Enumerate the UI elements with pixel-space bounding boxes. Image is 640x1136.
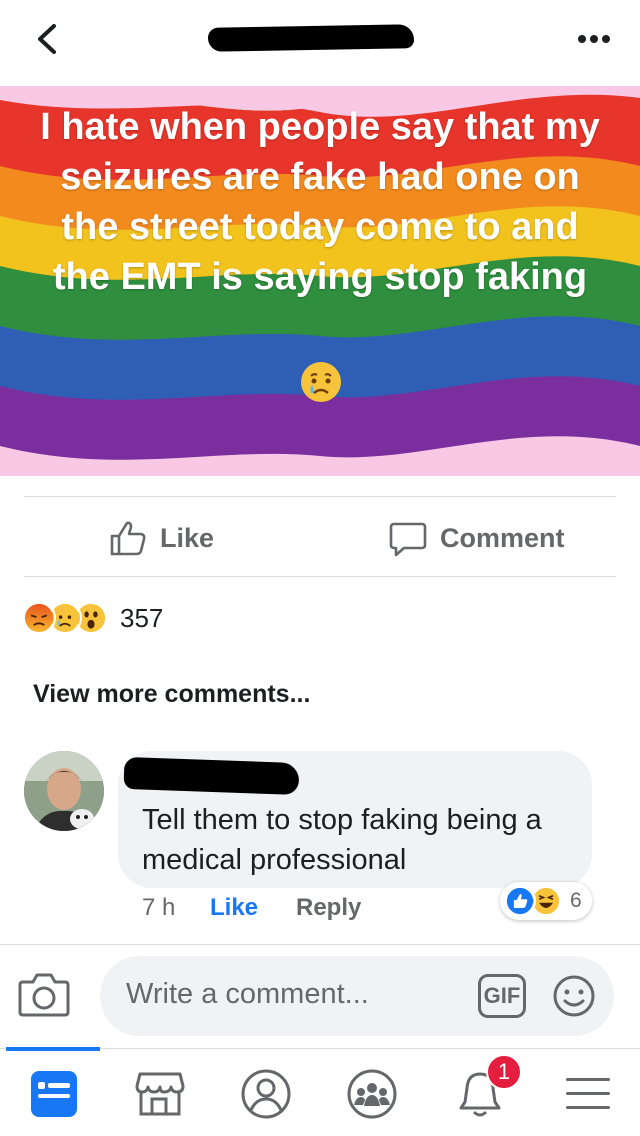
like-label: Like (160, 522, 215, 553)
redacted-title (207, 24, 415, 52)
bottom-navigation (0, 1048, 640, 1136)
divider (0, 944, 640, 945)
divider (24, 576, 616, 577)
comment-button[interactable]: Comment (388, 510, 565, 566)
groups-icon[interactable] (344, 1066, 400, 1122)
avatar-image (24, 751, 104, 831)
active-tab-indicator (6, 1047, 100, 1051)
comment-reactions[interactable]: 6 (500, 882, 592, 920)
comment-bubble-icon (389, 522, 427, 557)
top-bar (0, 0, 640, 86)
view-more-comments-link[interactable]: View more comments... (33, 680, 310, 709)
comment-like-button[interactable]: Like (210, 894, 258, 922)
more-options-icon[interactable] (576, 30, 612, 48)
post-background-banner: I hate when people say that my seizures … (0, 86, 640, 476)
comment-input-placeholder: Write a comment... (126, 978, 369, 1010)
angry-reaction-icon (22, 601, 56, 635)
back-arrow-icon[interactable] (30, 22, 64, 56)
camera-icon[interactable] (18, 970, 70, 1018)
comment-reply-button[interactable]: Reply (296, 894, 361, 922)
comment-reaction-count: 6 (570, 889, 582, 912)
thumbs-up-icon (110, 521, 146, 556)
gif-button[interactable]: GIF (478, 974, 526, 1018)
comment-timestamp: 7 h (142, 894, 176, 921)
like-button[interactable]: Like (108, 510, 214, 566)
crying-face-icon (301, 362, 341, 402)
profile-icon[interactable] (238, 1066, 294, 1122)
divider (24, 496, 616, 497)
redacted-commenter-name (123, 756, 300, 796)
emoji-picker-icon[interactable] (552, 974, 596, 1018)
commenter-avatar[interactable] (24, 751, 104, 831)
menu-icon[interactable] (560, 1066, 616, 1122)
feed-icon[interactable] (26, 1066, 82, 1122)
post-text: I hate when people say that my seizures … (40, 106, 600, 298)
like-reaction-icon (504, 885, 536, 917)
comment-label: Comment (440, 522, 565, 553)
notification-badge: 1 (486, 1054, 522, 1090)
post-reactions[interactable]: 357 (22, 598, 163, 638)
marketplace-icon[interactable] (132, 1066, 188, 1122)
comment-text: Tell them to stop faking being a medical… (142, 804, 542, 876)
reaction-count: 357 (120, 602, 164, 633)
